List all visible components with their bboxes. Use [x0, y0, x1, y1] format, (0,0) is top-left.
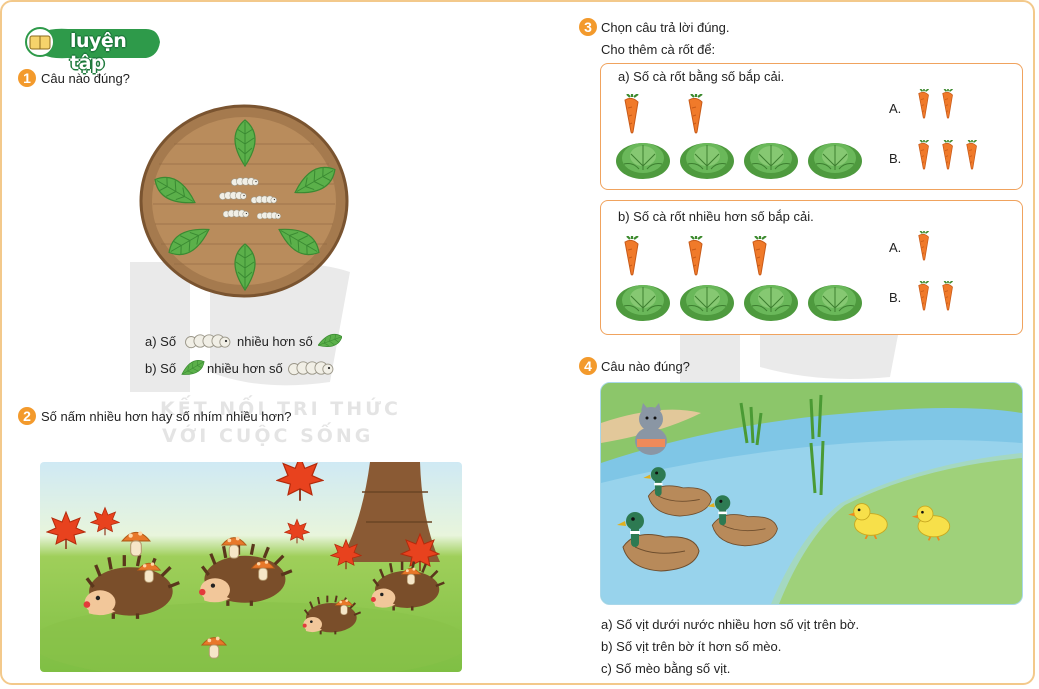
q1-option-b-middle: nhiều hơn số: [207, 361, 283, 376]
q3-part-b-option-a-carrots[interactable]: [912, 231, 940, 263]
hedgehog-illustration: [40, 462, 462, 672]
badge-text: luyện tập: [70, 30, 127, 74]
q3-subtitle: Cho thêm cà rốt để:: [601, 42, 716, 57]
q2-number: 2: [18, 407, 36, 425]
q3-part-b-option-b-label[interactable]: B.: [889, 290, 901, 305]
page: luyện tập KẾT NỐI TRI THỨC VỚI CUỘC SỐNG…: [0, 0, 1039, 689]
q3-part-b-option-a-label[interactable]: A.: [889, 240, 901, 255]
q1-option-a-prefix: a) Số: [145, 334, 177, 349]
watermark-line2: VỚI CUỘC SỐNG: [162, 425, 374, 447]
q1-title: Câu nào đúng?: [41, 71, 130, 86]
q1-option-b-prefix: b) Số: [145, 361, 177, 376]
q4-number: 4: [579, 357, 597, 375]
q1-number: 1: [18, 69, 36, 87]
hedgehog-scene: [40, 462, 462, 672]
q3-part-a-illustration: [615, 94, 863, 180]
q3-number: 3: [579, 18, 597, 36]
lesson-badge: luyện tập: [18, 24, 164, 74]
q4-option-a[interactable]: a) Số vịt dưới nước nhiều hơn số vịt trê…: [601, 617, 859, 633]
q3-part-a-option-b-carrots[interactable]: [912, 140, 984, 172]
q2-title: Số nấm nhiều hơn hay số nhím nhiều hơn?: [41, 409, 292, 424]
mulberry-leaf-icon: [318, 330, 342, 352]
q4-option-b[interactable]: b) Số vịt trên bờ ít hơn số mèo.: [601, 639, 781, 655]
q3-title: Chọn câu trả lời đúng.: [601, 20, 730, 35]
q3-part-a-option-a-carrots[interactable]: [912, 89, 962, 121]
duck-illustration: [601, 383, 1022, 604]
q3-part-b-title: b) Số cà rốt nhiều hơn số bắp cải.: [618, 209, 814, 224]
q3-part-b-box: b) Số cà rốt nhiều hơn số bắp cải. A. B.: [600, 200, 1023, 335]
q3-part-b-illustration: [615, 236, 863, 322]
q4-title: Câu nào đúng?: [601, 359, 690, 374]
q3-part-a-title: a) Số cà rốt bằng số bắp cải.: [618, 69, 785, 84]
q4-option-c[interactable]: c) Số mèo bằng số vịt.: [601, 661, 730, 677]
q3-part-a-option-b-label[interactable]: B.: [889, 151, 901, 166]
silkworm-icon: [287, 361, 334, 376]
mulberry-leaf-icon: [181, 356, 205, 380]
duck-scene: [600, 382, 1023, 605]
q1-option-a-middle: nhiều hơn số: [237, 334, 313, 349]
q3-part-b-option-b-carrots[interactable]: [912, 281, 962, 313]
q3-part-a-option-a-label[interactable]: A.: [889, 101, 901, 116]
q3-part-a-box: a) Số cà rốt bằng số bắp cải. A. B.: [600, 63, 1023, 190]
silkworm-icon: [184, 334, 231, 349]
basket-illustration: [139, 104, 349, 298]
